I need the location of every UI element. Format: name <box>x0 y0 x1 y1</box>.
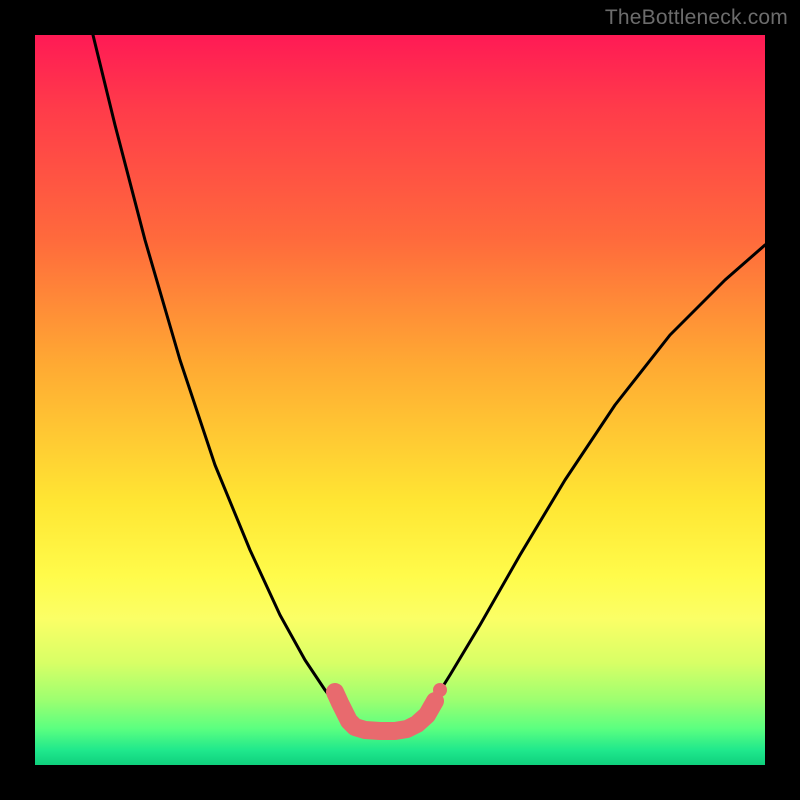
curve-layer <box>35 35 765 765</box>
valley-marker-stroke <box>335 692 435 731</box>
bottleneck-curve <box>93 35 765 729</box>
valley-markers <box>335 683 447 731</box>
bottleneck-path <box>93 35 765 729</box>
valley-marker-dot <box>433 683 447 697</box>
watermark-label: TheBottleneck.com <box>605 6 788 30</box>
plot-area <box>35 35 765 765</box>
chart-frame: TheBottleneck.com <box>0 0 800 800</box>
